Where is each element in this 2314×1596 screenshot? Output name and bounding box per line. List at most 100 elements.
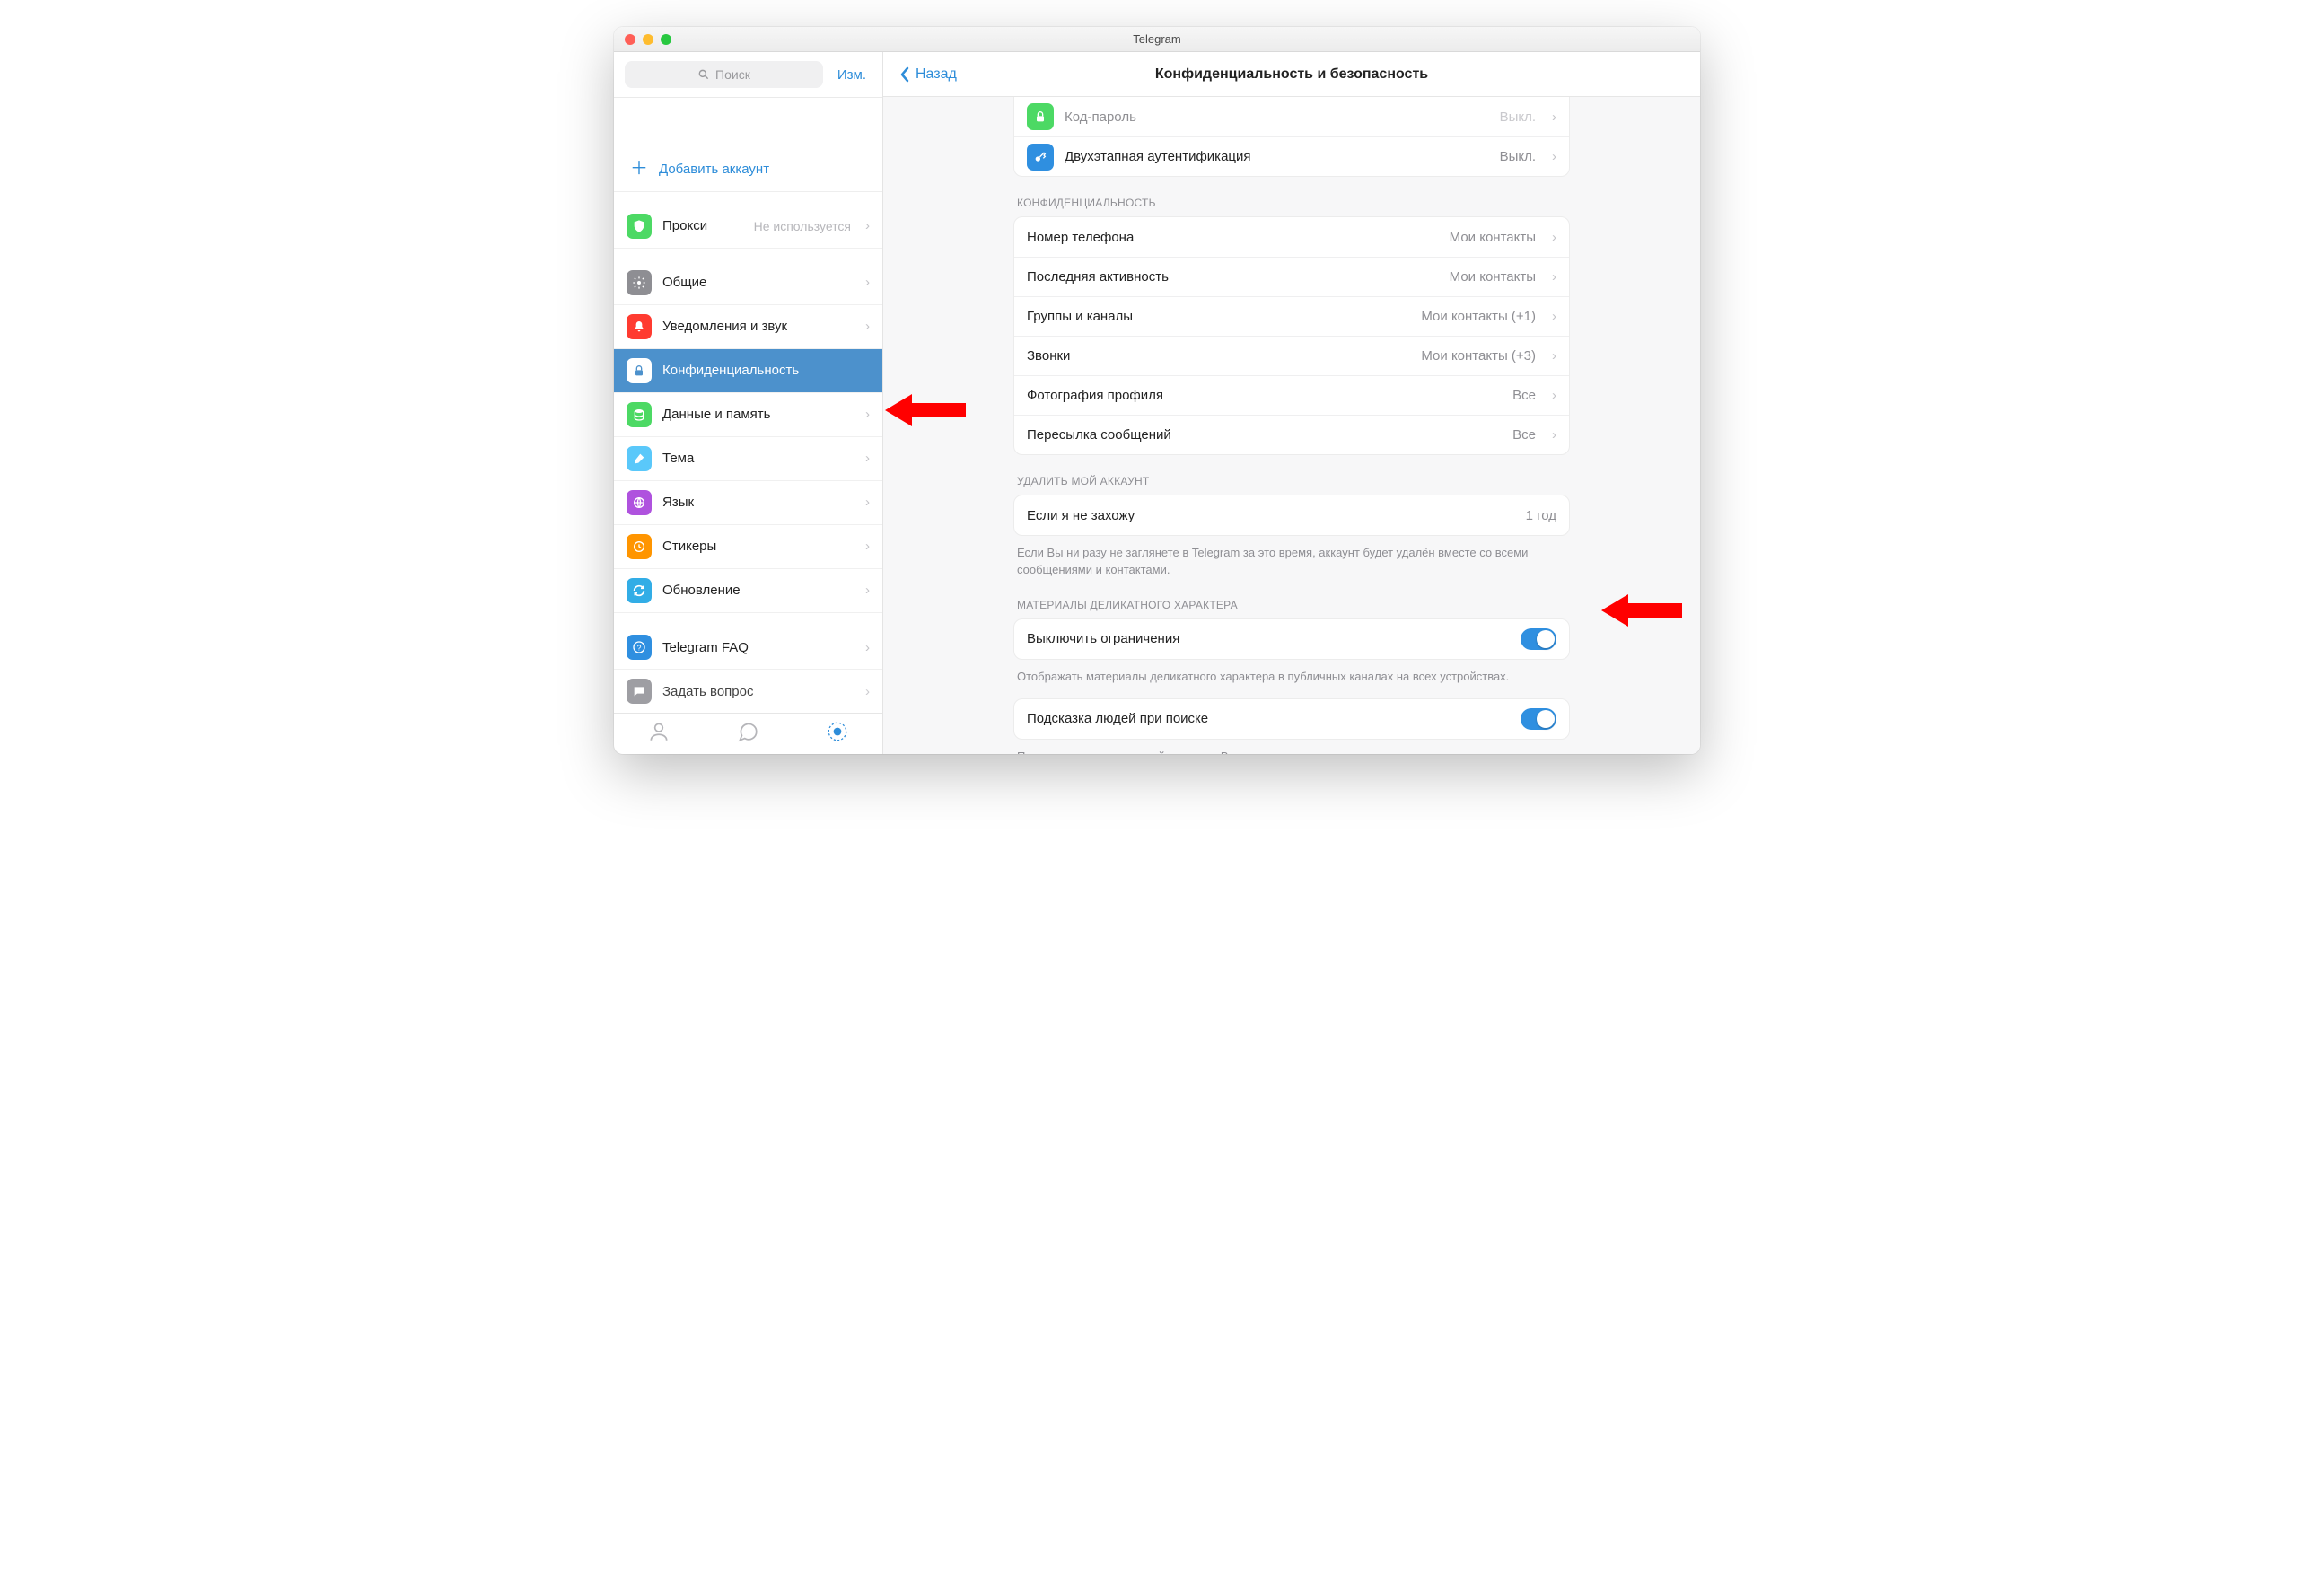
- sidebar-item-theme[interactable]: Тема ›: [614, 437, 882, 481]
- row-forward[interactable]: Пересылка сообщений Все ›: [1014, 415, 1569, 454]
- sidebar-item-language[interactable]: Язык ›: [614, 481, 882, 525]
- sidebar-item-general[interactable]: Общие ›: [614, 261, 882, 305]
- row-label: Фотография профиля: [1027, 388, 1502, 403]
- person-icon: [647, 720, 671, 743]
- gear-icon: [826, 720, 849, 743]
- detail-panel: Назад Конфиденциальность и безопасность …: [883, 52, 1700, 754]
- window-controls: [614, 34, 671, 45]
- suggest-group: Подсказка людей при поиске: [1013, 698, 1570, 740]
- row-suggest-people[interactable]: Подсказка людей при поиске: [1014, 699, 1569, 739]
- sidebar-item-data[interactable]: Данные и память ›: [614, 393, 882, 437]
- privacy-group: Номер телефона Мои контакты › Последняя …: [1013, 216, 1570, 455]
- row-value: Все: [1512, 388, 1536, 403]
- sidebar-item-notifications[interactable]: Уведомления и звук ›: [614, 305, 882, 349]
- row-photo[interactable]: Фотография профиля Все ›: [1014, 375, 1569, 415]
- row-label: Звонки: [1027, 348, 1410, 364]
- database-icon: [627, 402, 652, 427]
- sidebar-item-ask[interactable]: Задать вопрос ›: [614, 670, 882, 713]
- chevron-right-icon: ›: [865, 451, 870, 466]
- sensitive-group: Выключить ограничения: [1013, 618, 1570, 660]
- chevron-right-icon: ›: [1552, 309, 1556, 324]
- row-label: Подсказка людей при поиске: [1027, 711, 1510, 726]
- sidebar-item-label: Стикеры: [662, 539, 855, 554]
- detail-scroll[interactable]: Код-пароль Выкл. › Двухэтапная аутентифи…: [883, 97, 1700, 754]
- globe-icon: [627, 490, 652, 515]
- close-icon[interactable]: [625, 34, 635, 45]
- chat-icon: [627, 679, 652, 704]
- search-input[interactable]: Поиск: [625, 61, 823, 88]
- row-phone[interactable]: Номер телефона Мои контакты ›: [1014, 217, 1569, 257]
- lock-icon: [627, 358, 652, 383]
- row-label: Если я не захожу: [1027, 508, 1515, 523]
- tab-chats[interactable]: [736, 720, 759, 748]
- sidebar-item-label: Данные и память: [662, 407, 855, 422]
- row-value: Все: [1512, 427, 1536, 443]
- row-groups[interactable]: Группы и каналы Мои контакты (+1) ›: [1014, 296, 1569, 336]
- delete-group: Если я не захожу 1 год: [1013, 495, 1570, 536]
- sidebar-item-privacy[interactable]: Конфиденциальность: [614, 349, 882, 393]
- sidebar-item-label: Прокси: [662, 218, 743, 233]
- refresh-icon: [627, 578, 652, 603]
- sidebar-item-label: Язык: [662, 495, 855, 510]
- toggle-disable-restrictions[interactable]: [1521, 628, 1556, 650]
- row-label: Группы и каналы: [1027, 309, 1410, 324]
- row-value: Мои контакты: [1450, 269, 1536, 285]
- row-value: Мои контакты: [1450, 230, 1536, 245]
- add-account-label: Добавить аккаунт: [659, 162, 769, 177]
- chevron-right-icon: ›: [1552, 149, 1556, 164]
- security-group: Код-пароль Выкл. › Двухэтапная аутентифи…: [1013, 97, 1570, 177]
- row-label: Последняя активность: [1027, 269, 1439, 285]
- section-header-sensitive: МАТЕРИАЛЫ ДЕЛИКАТНОГО ХАРАКТЕРА: [1013, 579, 1570, 618]
- app-window: Telegram Поиск Изм. ＋ Добавить аккаунт: [614, 27, 1700, 754]
- sticker-icon: [627, 534, 652, 559]
- sidebar-item-value: Не используется: [754, 219, 851, 233]
- row-label: Пересылка сообщений: [1027, 427, 1502, 443]
- row-value: Выкл.: [1500, 110, 1536, 125]
- section-header-delete: УДАЛИТЬ МОЙ АККАУНТ: [1013, 455, 1570, 495]
- sidebar-item-stickers[interactable]: Стикеры ›: [614, 525, 882, 569]
- row-passcode[interactable]: Код-пароль Выкл. ›: [1014, 97, 1569, 136]
- brush-icon: [627, 446, 652, 471]
- chevron-right-icon: ›: [865, 495, 870, 510]
- chevron-right-icon: ›: [1552, 230, 1556, 245]
- toggle-suggest-people[interactable]: [1521, 708, 1556, 730]
- edit-button[interactable]: Изм.: [832, 67, 872, 83]
- section-footer-sensitive: Отображать материалы деликатного характе…: [1013, 660, 1570, 686]
- sidebar: Поиск Изм. ＋ Добавить аккаунт Прокси Н: [614, 52, 883, 754]
- chevron-right-icon: ›: [1552, 388, 1556, 403]
- chevron-right-icon: ›: [865, 640, 870, 655]
- sidebar-item-label: Telegram FAQ: [662, 640, 855, 655]
- chevron-right-icon: ›: [865, 539, 870, 554]
- maximize-icon[interactable]: [661, 34, 671, 45]
- back-label: Назад: [916, 66, 957, 83]
- svg-text:?: ?: [637, 643, 642, 652]
- row-label: Двухэтапная аутентификация: [1065, 149, 1489, 164]
- row-calls[interactable]: Звонки Мои контакты (+3) ›: [1014, 336, 1569, 375]
- gear-icon: [627, 270, 652, 295]
- chevron-right-icon: ›: [865, 319, 870, 334]
- bell-icon: [627, 314, 652, 339]
- tab-contacts[interactable]: [647, 720, 671, 748]
- row-value: Мои контакты (+1): [1421, 309, 1536, 324]
- chevron-right-icon: ›: [865, 407, 870, 422]
- chevron-left-icon: [899, 66, 910, 83]
- back-button[interactable]: Назад: [899, 66, 957, 83]
- section-footer-delete: Если Вы ни разу не заглянете в Telegram …: [1013, 536, 1570, 579]
- sidebar-item-update[interactable]: Обновление ›: [614, 569, 882, 613]
- sidebar-item-faq[interactable]: ? Telegram FAQ ›: [614, 626, 882, 670]
- tab-settings[interactable]: [826, 720, 849, 748]
- row-value: Мои контакты (+3): [1421, 348, 1536, 364]
- row-twostep[interactable]: Двухэтапная аутентификация Выкл. ›: [1014, 136, 1569, 176]
- minimize-icon[interactable]: [643, 34, 653, 45]
- sidebar-item-label: Задать вопрос: [662, 684, 855, 699]
- sidebar-item-proxy[interactable]: Прокси Не используется ›: [614, 205, 882, 249]
- key-icon: [1027, 144, 1054, 171]
- shield-icon: [627, 214, 652, 239]
- chevron-right-icon: ›: [1552, 427, 1556, 443]
- row-lastseen[interactable]: Последняя активность Мои контакты ›: [1014, 257, 1569, 296]
- add-account-button[interactable]: ＋ Добавить аккаунт: [614, 147, 882, 192]
- row-delete-if-away[interactable]: Если я не захожу 1 год: [1014, 495, 1569, 535]
- row-disable-restrictions[interactable]: Выключить ограничения: [1014, 619, 1569, 659]
- detail-title: Конфиденциальность и безопасность: [883, 66, 1700, 83]
- lock-icon: [1027, 103, 1054, 130]
